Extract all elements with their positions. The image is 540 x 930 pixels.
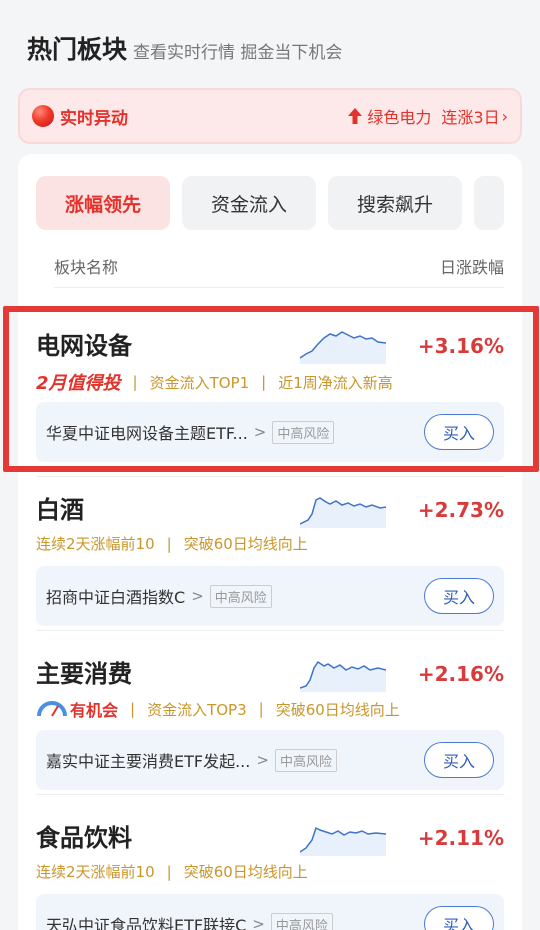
- sector-name: 主要消费: [36, 660, 132, 688]
- page-title: 热门板块: [27, 35, 128, 64]
- fire-dot-icon: [32, 105, 54, 127]
- divider: [36, 476, 504, 477]
- sector-tag: 连续2天涨幅前10: [36, 535, 155, 553]
- sector-tags: 2月值得投 | 资金流入TOP1 | 近1周净流入新高: [36, 369, 393, 395]
- risk-badge: 中高风险: [272, 420, 335, 444]
- buy-button[interactable]: 买入: [424, 578, 494, 614]
- tab-capital-inflow[interactable]: 资金流入: [182, 176, 316, 230]
- column-change-header: 日涨跌幅: [439, 258, 504, 277]
- tab-gainers[interactable]: 涨幅领先: [36, 176, 170, 230]
- chevron-right-icon: >: [191, 587, 204, 605]
- sector-tags: 连续2天涨幅前10 | 突破60日均线向上: [36, 861, 308, 882]
- opportunity-badge: 有机会: [36, 697, 118, 721]
- chevron-right-icon: >: [253, 423, 267, 441]
- banner-label: 实时异动: [60, 108, 128, 129]
- tab-bar: 涨幅领先 资金流入 搜索飙升: [36, 176, 504, 230]
- tag-separator: |: [130, 700, 136, 718]
- tab-search-surge[interactable]: 搜索飙升: [328, 176, 462, 230]
- sector-tag: 资金流入TOP1: [149, 373, 250, 392]
- buy-button[interactable]: 买入: [424, 414, 494, 450]
- risk-badge: 中高风险: [274, 748, 337, 772]
- divider: [36, 794, 504, 795]
- feb-pick-badge: 2月值得投: [36, 373, 121, 394]
- buy-button[interactable]: 买入: [424, 906, 494, 930]
- sector-tag: 突破60日均线向上: [183, 535, 308, 553]
- buy-button[interactable]: 买入: [424, 742, 494, 778]
- sector-change: +2.11%: [417, 826, 504, 850]
- column-name-header: 板块名称: [54, 258, 119, 277]
- banner-streak: 连涨3日: [441, 108, 500, 127]
- opportunity-label: 有机会: [70, 701, 119, 720]
- tag-separator: |: [166, 862, 172, 881]
- gauge-icon: [37, 701, 67, 717]
- sector-tag: 资金流入TOP3: [147, 700, 247, 719]
- sparkline: [300, 497, 386, 528]
- sector-change: +2.73%: [417, 498, 504, 522]
- tag-separator: |: [261, 373, 267, 391]
- tag-separator: |: [258, 700, 264, 718]
- fund-name: 华夏中证电网设备主题ETF...: [46, 424, 248, 443]
- sector-card: 涨幅领先 资金流入 搜索飙升 板块名称 日涨跌幅 电网设备 +3.16% 2月值…: [18, 154, 522, 930]
- page-subtitle: 查看实时行情 掘金当下机会: [133, 43, 343, 63]
- risk-badge: 中高风险: [270, 912, 333, 930]
- sector-name: 电网设备: [36, 332, 132, 360]
- sector-row[interactable]: 电网设备 +3.16% 2月值得投 | 资金流入TOP1 | 近1周净流入新高 …: [18, 314, 522, 478]
- fund-link[interactable]: 华夏中证电网设备主题ETF... > 中高风险 买入: [36, 402, 504, 462]
- fund-name: 招商中证白酒指数C: [46, 588, 186, 607]
- sector-tag: 近1周净流入新高: [278, 373, 393, 392]
- banner-highlight[interactable]: 绿色电力 连涨3日 ›: [347, 104, 508, 128]
- sector-tag: 连续2天涨幅前10: [36, 863, 155, 881]
- column-header: 板块名称 日涨跌幅: [54, 254, 504, 288]
- sector-row[interactable]: 白酒 +2.73% 连续2天涨幅前10 | 突破60日均线向上 招商中证白酒指数…: [18, 478, 522, 642]
- fund-link[interactable]: 招商中证白酒指数C > 中高风险 买入: [36, 566, 504, 626]
- chevron-right-icon: ›: [501, 106, 508, 126]
- divider: [36, 630, 504, 631]
- fund-link[interactable]: 嘉实中证主要消费ETF发起... > 中高风险 买入: [36, 730, 504, 790]
- risk-badge: 中高风险: [209, 584, 272, 608]
- sector-tags: 有机会 | 资金流入TOP3 | 突破60日均线向上: [36, 697, 400, 721]
- tag-separator: |: [132, 373, 138, 391]
- realtime-movement-banner[interactable]: 实时异动 绿色电力 连涨3日 ›: [18, 88, 522, 144]
- banner-sector: 绿色电力: [367, 108, 432, 127]
- fund-name: 天弘中证食品饮料ETF联接C: [46, 916, 247, 930]
- sector-change: +2.16%: [417, 662, 504, 686]
- sparkline: [300, 331, 386, 364]
- sector-row[interactable]: 主要消费 +2.16% 有机会 | 资金流入TOP3 | 突破60日均线向上 嘉…: [18, 642, 522, 806]
- sector-name: 白酒: [36, 496, 84, 524]
- sector-name: 食品饮料: [36, 824, 132, 852]
- sparkline: [300, 660, 386, 692]
- sector-tag: 突破60日均线向上: [183, 863, 308, 881]
- chevron-right-icon: >: [256, 751, 269, 769]
- tag-separator: |: [166, 534, 172, 553]
- sparkline: [300, 826, 386, 856]
- fund-link[interactable]: 天弘中证食品饮料ETF联接C > 中高风险 买入: [36, 894, 504, 930]
- sector-change: +3.16%: [417, 334, 504, 358]
- fund-name: 嘉实中证主要消费ETF发起...: [46, 752, 251, 771]
- page-header: 热门板块 查看实时行情 掘金当下机会: [27, 30, 342, 66]
- sector-tag: 突破60日均线向上: [275, 700, 400, 719]
- tab-more-partial[interactable]: [474, 176, 504, 230]
- up-arrow-icon: [348, 108, 363, 124]
- chevron-right-icon: >: [252, 915, 265, 930]
- sector-row[interactable]: 食品饮料 +2.11% 连续2天涨幅前10 | 突破60日均线向上 天弘中证食品…: [18, 806, 522, 930]
- sector-tags: 连续2天涨幅前10 | 突破60日均线向上: [36, 533, 308, 554]
